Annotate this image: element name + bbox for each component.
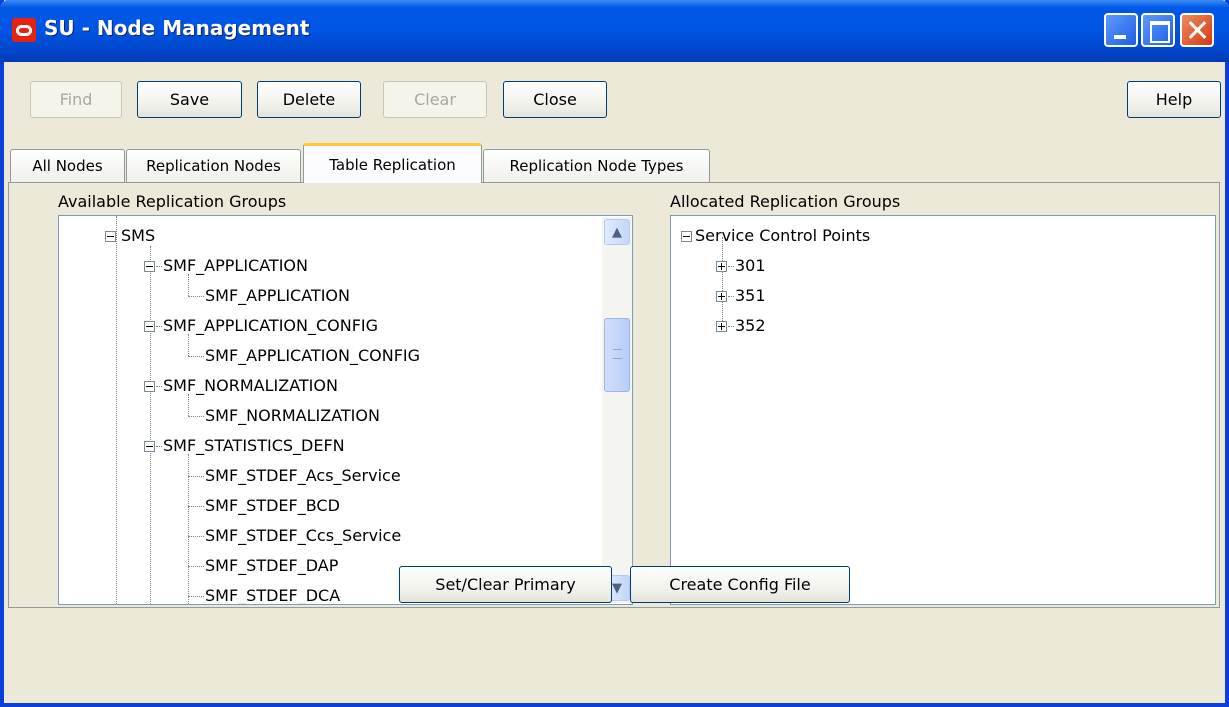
- tree-guide-line: [188, 334, 189, 356]
- tree-node-sms[interactable]: SMS: [121, 226, 155, 246]
- tree-node-leaf[interactable]: SMF_APPLICATION: [205, 286, 350, 306]
- tree-node-scp[interactable]: 301: [735, 256, 766, 276]
- tree-node-root[interactable]: Service Control Points: [695, 226, 870, 246]
- tree-node-leaf[interactable]: SMF_STDEF_Ccs_Service: [205, 526, 401, 546]
- tree-guide-line: [116, 216, 117, 604]
- close-button[interactable]: Close: [503, 81, 607, 118]
- tree-guide-line: [150, 246, 151, 604]
- tree-node-leaf[interactable]: SMF_STDEF_BCD: [205, 496, 340, 516]
- delete-button[interactable]: Delete: [257, 81, 361, 118]
- collapse-toggle-icon[interactable]: [681, 231, 692, 242]
- maximize-button[interactable]: [1141, 13, 1175, 47]
- close-window-button[interactable]: [1180, 13, 1214, 47]
- tree-node-group[interactable]: SMF_APPLICATION_CONFIG: [163, 316, 378, 336]
- tab-all-nodes[interactable]: All Nodes: [10, 149, 125, 182]
- expand-toggle-icon[interactable]: [716, 261, 727, 272]
- collapse-toggle-icon[interactable]: [144, 321, 155, 332]
- collapse-toggle-icon[interactable]: [144, 441, 155, 452]
- window-title: SU - Node Management: [44, 16, 310, 40]
- title-bar[interactable]: SU - Node Management: [0, 0, 1229, 62]
- scroll-thumb[interactable]: [604, 318, 630, 392]
- tree-node-scp[interactable]: 351: [735, 286, 766, 306]
- tab-replication-nodes[interactable]: Replication Nodes: [126, 149, 301, 182]
- tab-replication-node-types[interactable]: Replication Node Types: [483, 149, 710, 182]
- tree-node-group[interactable]: SMF_APPLICATION: [163, 256, 308, 276]
- tree-guide-line: [722, 237, 723, 327]
- tab-table-replication[interactable]: Table Replication: [303, 143, 482, 183]
- expand-toggle-icon[interactable]: [716, 291, 727, 302]
- oracle-logo-icon: [12, 18, 36, 42]
- collapse-toggle-icon[interactable]: [144, 261, 155, 272]
- set-clear-primary-button[interactable]: Set/Clear Primary: [399, 566, 612, 603]
- save-button[interactable]: Save: [137, 81, 242, 118]
- tree-node-leaf[interactable]: SMF_APPLICATION_CONFIG: [205, 346, 420, 366]
- tree-node-group[interactable]: SMF_NORMALIZATION: [163, 376, 338, 396]
- tree-node-leaf[interactable]: SMF_STDEF_Acs_Service: [205, 466, 401, 486]
- vertical-scrollbar[interactable]: ▲ ▼: [602, 217, 632, 603]
- minimize-button[interactable]: [1104, 13, 1138, 47]
- collapse-toggle-icon[interactable]: [105, 231, 116, 242]
- create-config-file-button[interactable]: Create Config File: [630, 566, 850, 603]
- clear-button[interactable]: Clear: [383, 81, 487, 118]
- collapse-toggle-icon[interactable]: [144, 381, 155, 392]
- help-button[interactable]: Help: [1127, 81, 1221, 118]
- tree-node-leaf[interactable]: SMF_STDEF_DAP: [205, 556, 338, 576]
- expand-toggle-icon[interactable]: [716, 321, 727, 332]
- allocated-groups-label: Allocated Replication Groups: [670, 192, 901, 211]
- scroll-up-icon[interactable]: ▲: [604, 219, 630, 245]
- tree-guide-line: [188, 394, 189, 416]
- available-groups-label: Available Replication Groups: [58, 192, 287, 211]
- tree-node-leaf[interactable]: SMF_NORMALIZATION: [205, 406, 380, 426]
- tree-node-scp[interactable]: 352: [735, 316, 766, 336]
- find-button[interactable]: Find: [30, 81, 122, 118]
- tree-node-leaf[interactable]: SMF_STDEF_DCA: [205, 586, 340, 604]
- tree-node-group[interactable]: SMF_STATISTICS_DEFN: [163, 436, 345, 456]
- allocated-groups-tree[interactable]: Service Control Points 301 351 352: [670, 215, 1216, 605]
- tree-guide-line: [188, 274, 189, 296]
- available-groups-tree[interactable]: SMS SMF_APPLICATION SMF_APPLICATION SMF_…: [58, 215, 633, 605]
